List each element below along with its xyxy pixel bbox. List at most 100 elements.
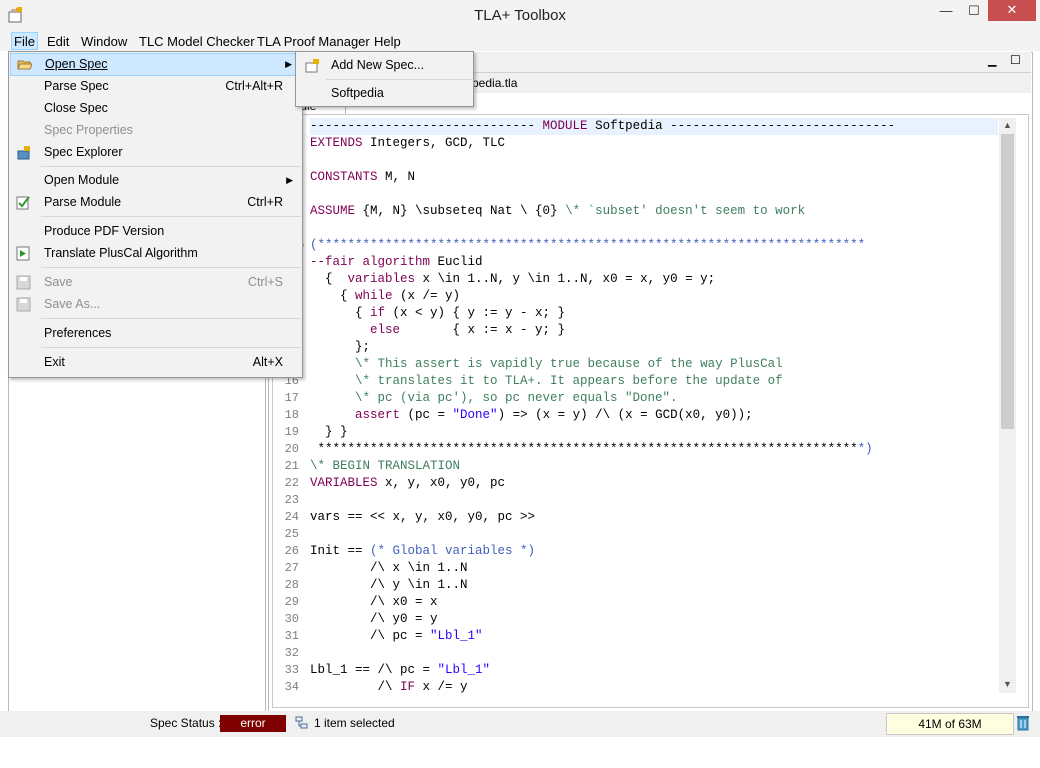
new-spec-icon (305, 59, 319, 73)
code-line: } } (310, 425, 348, 439)
parse-check-icon (16, 196, 30, 210)
code-line: { if (x < y) { y := y - x; } (310, 306, 566, 320)
line-number: 32 (284, 646, 299, 660)
code-line: assert (pc = "Done") => (x = y) /\ (x = … (355, 408, 753, 422)
line-number: 18 (284, 408, 299, 422)
line-number: 27 (284, 561, 299, 575)
menu-item-open-module[interactable]: Open Module ▶ (10, 170, 301, 191)
code-line: { variables x \in 1..N, y \in 1..N, x0 =… (310, 272, 716, 286)
code-line: CONSTANTS M, N (310, 170, 416, 184)
code-line: vars == << x, y, x0, y0, pc >> (310, 510, 536, 524)
menu-item-parse-spec[interactable]: Parse Spec Ctrl+Alt+R (10, 76, 301, 97)
code-line: \* translates it to TLA+. It appears bef… (310, 374, 783, 388)
menu-tla-proof-manager[interactable]: TLA Proof Manager (255, 33, 372, 50)
line-number: 26 (284, 544, 299, 558)
menu-item-preferences[interactable]: Preferences (10, 323, 301, 344)
menu-item-parse-module[interactable]: Parse Module Ctrl+R (10, 192, 301, 213)
code-line: Lbl_1 == /\ pc = "Lbl_1" (310, 663, 491, 677)
menu-window[interactable]: Window (79, 33, 129, 50)
menu-item-save: Save Ctrl+S (10, 272, 301, 293)
spec-explorer-icon (17, 146, 30, 160)
line-number: 25 (284, 527, 299, 541)
menu-item-close-spec[interactable]: Close Spec (10, 98, 301, 119)
submenu-arrow-icon: ▶ (286, 175, 293, 185)
code-line: /\ y0 = y (310, 612, 438, 626)
code-line: \* This assert is vapidly true because o… (355, 357, 783, 371)
menu-separator (41, 318, 301, 319)
code-line: /\ y \in 1..N (310, 578, 468, 592)
code-line: EXTENDS Integers, GCD, TLC (310, 136, 506, 150)
line-number: 33 (284, 663, 299, 677)
menu-separator (41, 216, 301, 217)
menu-item-save-as: Save As... (10, 294, 301, 315)
scroll-up-icon[interactable]: ▲ (999, 120, 1016, 130)
line-number: 34 (284, 680, 299, 694)
line-number: 31 (284, 629, 299, 643)
menu-separator (41, 267, 301, 268)
menu-item-spec-properties: Spec Properties (44, 123, 133, 137)
memory-indicator: 41M of 63M (886, 713, 1014, 735)
menu-item-add-new-spec[interactable]: Add New Spec... (297, 54, 472, 76)
scroll-down-icon[interactable]: ▼ (999, 679, 1016, 689)
code-line: VARIABLES x, y, x0, y0, pc (310, 476, 506, 490)
line-number: 21 (284, 459, 299, 473)
menu-item-translate-pluscal[interactable]: Translate PlusCal Algorithm (10, 243, 301, 264)
menu-separator (326, 79, 472, 80)
line-number: 30 (284, 612, 299, 626)
line-number: 24 (284, 510, 299, 524)
code-line: ****************************************… (310, 442, 873, 456)
menu-item-softpedia[interactable]: Softpedia (297, 82, 472, 104)
tab-softpedia-tla[interactable]: pedia.tla (472, 73, 517, 93)
minimize-button[interactable]: — (932, 1, 960, 21)
file-menu-dropdown: Open Spec ▶ Parse Spec Ctrl+Alt+R Close Sp… (8, 51, 303, 378)
code-line: { while (x /= y) (310, 289, 461, 303)
menu-item-produce-pdf[interactable]: Produce PDF Version (10, 221, 301, 242)
menu-bar: File Edit Window TLC Model Checker TLA P… (0, 31, 1040, 51)
line-number: 29 (284, 595, 299, 609)
spec-status-label: Spec Status : (150, 716, 222, 730)
menu-help[interactable]: Help (372, 33, 403, 50)
menu-edit[interactable]: Edit (45, 33, 71, 50)
scrollbar-thumb[interactable] (1001, 134, 1014, 429)
line-number: 20 (284, 442, 299, 456)
minimize-view-icon[interactable]: ▁ (988, 54, 996, 67)
code-line: \* BEGIN TRANSLATION (310, 459, 461, 473)
close-button[interactable]: ✕ (988, 0, 1036, 21)
line-number: 22 (284, 476, 299, 490)
menu-file[interactable]: File (11, 32, 38, 50)
open-spec-submenu: Add New Spec... Softpedia (295, 51, 474, 107)
code-line: /\ pc = "Lbl_1" (310, 629, 483, 643)
code-line: (***************************************… (310, 238, 866, 252)
code-line: /\ IF x /= y (310, 680, 468, 693)
code-content: ------------------------------ MODULE So… (310, 118, 998, 693)
menu-item-spec-explorer[interactable]: Spec Explorer (10, 142, 301, 163)
selection-status: 1 item selected (314, 716, 395, 730)
menu-item-exit[interactable]: Exit Alt+X (10, 352, 301, 373)
folder-open-icon (17, 60, 32, 70)
code-line: Init == (* Global variables *) (310, 544, 536, 558)
code-line: /\ x0 = x (310, 595, 438, 609)
code-line: }; (310, 340, 371, 354)
code-line: --fair algorithm Euclid (310, 255, 483, 269)
code-line: else { x := x - y; } (370, 323, 566, 337)
menu-separator (41, 166, 301, 167)
maximize-button[interactable]: ☐ (960, 1, 988, 21)
maximize-view-icon[interactable]: ☐ (1010, 53, 1021, 67)
line-number: 17 (284, 391, 299, 405)
window-title: TLA+ Toolbox (474, 7, 566, 24)
selection-icon (295, 716, 308, 729)
save-icon (16, 275, 31, 290)
title-bar: TLA+ Toolbox — ☐ ✕ (0, 0, 1040, 31)
garbage-collect-icon[interactable] (1016, 715, 1030, 731)
spec-status-badge[interactable]: error (220, 715, 286, 732)
save-as-icon (16, 297, 31, 312)
code-line: \* pc (via pc'), so pc never equals "Don… (310, 391, 678, 405)
translate-icon (16, 246, 30, 261)
code-line: ------------------------------ MODULE So… (310, 118, 998, 135)
menu-item-open-spec[interactable]: Open Spec ▶ (10, 53, 301, 76)
code-line: ASSUME {M, N} \subseteq Nat \ {0} \* `su… (310, 204, 806, 218)
menu-tlc-model-checker[interactable]: TLC Model Checker (137, 33, 257, 50)
line-number: 23 (284, 493, 299, 507)
code-line: /\ x \in 1..N (310, 561, 468, 575)
line-number: 28 (284, 578, 299, 592)
